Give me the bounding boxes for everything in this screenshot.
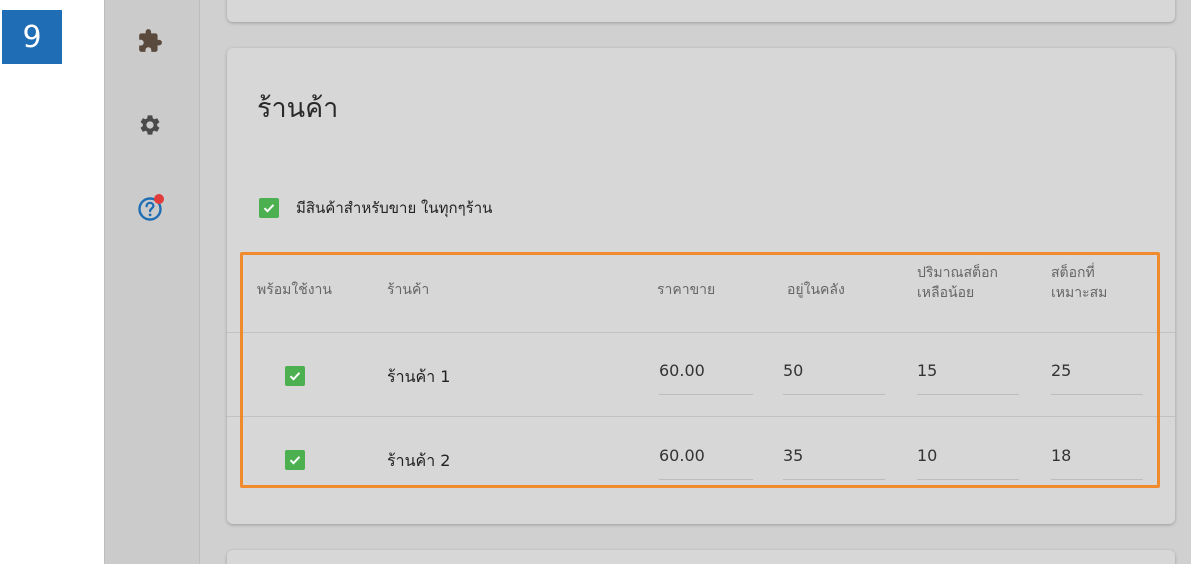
all-stores-checkbox[interactable] (259, 198, 279, 218)
row-price-underline (659, 479, 753, 480)
all-stores-option: มีสินค้าสำหรับขาย ในทุกๆร้าน (259, 196, 492, 220)
row-optimal-stock-underline (1051, 479, 1143, 480)
sidebar (105, 0, 200, 564)
row-in-stock-underline (783, 479, 885, 480)
header-low-stock-line1: ปริมาณสต็อก (917, 265, 999, 281)
next-section-card (227, 550, 1175, 564)
header-in-stock: อยู่ในคลัง (787, 282, 845, 298)
row-store-name: ร้านค้า 2 (387, 451, 451, 470)
row-in-stock-input[interactable]: 50 (783, 361, 803, 380)
row-price-underline (659, 394, 753, 395)
step-number-badge: 9 (2, 10, 62, 64)
header-divider (227, 332, 1175, 333)
header-low-stock: ปริมาณสต็อก เหลือน้อย (917, 263, 998, 303)
row-price-input[interactable]: 60.00 (659, 446, 705, 465)
header-low-stock-line2: เหลือน้อย (917, 285, 975, 301)
row-low-stock-input[interactable]: 10 (917, 446, 937, 465)
row-low-stock-underline (917, 394, 1019, 395)
row-low-stock-input[interactable]: 15 (917, 361, 937, 380)
header-optimal-stock-line2: เหมาะสม (1051, 285, 1108, 301)
row-price-input[interactable]: 60.00 (659, 361, 705, 380)
section-title: ร้านค้า (257, 93, 339, 124)
row-optimal-stock-input[interactable]: 25 (1051, 361, 1071, 380)
header-price: ราคาขาย (657, 282, 716, 298)
gear-icon[interactable] (135, 110, 165, 140)
all-stores-label: มีสินค้าสำหรับขาย ในทุกๆร้าน (296, 199, 493, 217)
puzzle-icon[interactable] (135, 26, 165, 56)
header-optimal-stock: สต็อกที่ เหมาะสม (1051, 263, 1107, 303)
app-screen: ร้านค้า มีสินค้าสำหรับขาย ในทุกๆร้าน พร้… (104, 0, 1191, 564)
help-icon[interactable] (135, 194, 165, 224)
header-store: ร้านค้า (387, 282, 430, 298)
row-in-stock-underline (783, 394, 885, 395)
row-available-checkbox[interactable] (285, 366, 305, 386)
stores-section-card: ร้านค้า มีสินค้าสำหรับขาย ในทุกๆร้าน พร้… (227, 48, 1175, 524)
previous-section-card (227, 0, 1175, 22)
notification-dot (154, 194, 164, 204)
header-optimal-stock-line1: สต็อกที่ (1051, 265, 1095, 281)
row-optimal-stock-underline (1051, 394, 1143, 395)
header-available: พร้อมใช้งาน (257, 282, 332, 298)
row-optimal-stock-input[interactable]: 18 (1051, 446, 1071, 465)
row-in-stock-input[interactable]: 35 (783, 446, 803, 465)
row-low-stock-underline (917, 479, 1019, 480)
row-available-checkbox[interactable] (285, 450, 305, 470)
row-divider (227, 416, 1175, 417)
row-store-name: ร้านค้า 1 (387, 367, 451, 386)
